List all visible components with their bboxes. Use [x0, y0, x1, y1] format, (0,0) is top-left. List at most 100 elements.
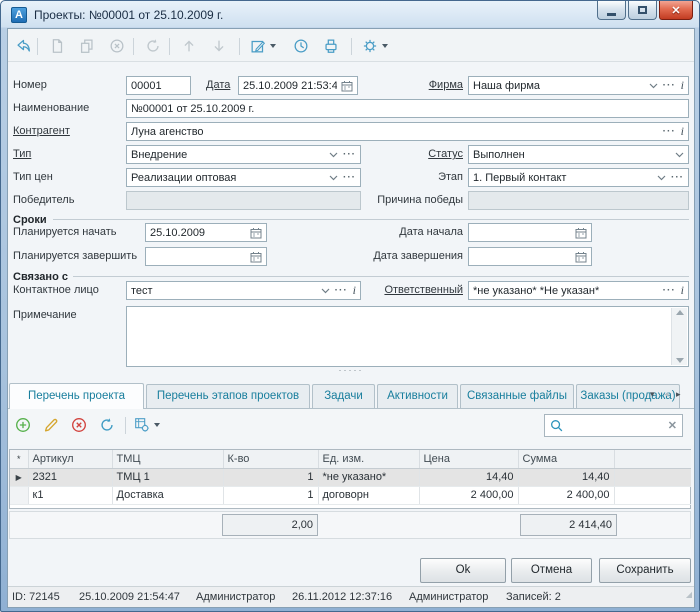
new-document-icon[interactable]: [45, 34, 69, 58]
ellipsis-icon[interactable]: ···: [671, 173, 684, 183]
cell-price: 2 400,00: [419, 486, 518, 504]
date-label[interactable]: Дата: [206, 76, 230, 95]
status-records: Записей: 2: [506, 587, 561, 607]
stage-select[interactable]: 1. Первый контакт ···: [468, 168, 689, 187]
tab-project-list[interactable]: Перечень проекта: [9, 383, 144, 409]
items-grid: * Артикул ТМЦ К-во Ед. изм. Цена Сумма ▶…: [9, 449, 691, 509]
finish-date-input[interactable]: [468, 247, 592, 266]
grid-settings-icon[interactable]: [133, 413, 169, 437]
tab-project-stages[interactable]: Перечень этапов проектов: [146, 384, 310, 408]
table-row[interactable]: к1 Доставка 1 договорн 2 400,00 2 400,00: [10, 486, 691, 504]
search-input[interactable]: [567, 420, 664, 432]
window: A Проекты: №00001 от 25.10.2009 г. ✕: [0, 0, 700, 612]
status-select[interactable]: Выполнен: [468, 145, 689, 164]
move-down-icon[interactable]: [207, 34, 231, 58]
info-icon[interactable]: i: [681, 283, 684, 298]
table-row[interactable]: ▶ 2321 ТМЦ 1 1 *не указано* 14,40 14,40: [10, 468, 691, 486]
cell-sku: 2321: [28, 468, 112, 486]
counterparty-input[interactable]: Луна агенство ···i: [126, 122, 689, 141]
status-id: ID: 72145: [12, 587, 60, 607]
undo-icon[interactable]: [11, 34, 35, 58]
stage-label: Этап: [301, 168, 463, 187]
plan-start-value: 25.10.2009: [150, 227, 246, 239]
toolbar-separator: [37, 38, 38, 55]
chevron-down-icon[interactable]: [649, 83, 658, 89]
tab-activities[interactable]: Активности: [377, 384, 458, 408]
price-type-value: Реализации оптовая: [131, 172, 325, 184]
calendar-icon[interactable]: [575, 227, 587, 239]
calendar-icon[interactable]: [250, 227, 262, 239]
edit-icon[interactable]: [247, 34, 283, 58]
ellipsis-icon[interactable]: ···: [663, 286, 676, 296]
info-icon[interactable]: i: [681, 124, 684, 139]
start-date-label: Дата начала: [301, 223, 463, 242]
note-scrollbar[interactable]: [671, 308, 687, 365]
responsible-label[interactable]: Ответственный: [301, 281, 463, 300]
type-value: Внедрение: [131, 149, 325, 161]
items-table: * Артикул ТМЦ К-во Ед. изм. Цена Сумма ▶…: [10, 450, 691, 505]
maximize-button[interactable]: [628, 1, 657, 20]
ok-button[interactable]: Ok: [420, 558, 506, 583]
price-type-label: Тип цен: [13, 168, 53, 187]
type-label[interactable]: Тип: [13, 145, 31, 164]
counterparty-label[interactable]: Контрагент: [13, 122, 70, 141]
name-input[interactable]: №00001 от 25.10.2009 г.: [126, 99, 689, 118]
responsible-input[interactable]: *не указано* *Не указан* ···i: [468, 281, 689, 300]
column-sum[interactable]: Сумма: [518, 450, 614, 468]
column-item[interactable]: ТМЦ: [112, 450, 223, 468]
splitter-handle[interactable]: ·····: [331, 365, 371, 375]
resize-grip[interactable]: ◢: [686, 585, 692, 605]
calendar-icon[interactable]: [575, 251, 587, 263]
delete-icon[interactable]: [105, 34, 129, 58]
column-price[interactable]: Цена: [419, 450, 518, 468]
cancel-button[interactable]: Отмена: [511, 558, 592, 583]
tab-scroll-right-icon[interactable]: ▸: [676, 388, 681, 400]
search-box[interactable]: ✕: [544, 414, 683, 437]
number-input[interactable]: 00001: [126, 76, 191, 95]
tab-scroll-left-icon[interactable]: ◂: [664, 388, 669, 400]
close-button[interactable]: ✕: [659, 1, 693, 20]
status-label[interactable]: Статус: [301, 145, 463, 164]
cell-filler: [614, 486, 691, 504]
move-up-icon[interactable]: [177, 34, 201, 58]
ellipsis-icon[interactable]: ···: [663, 127, 676, 137]
plan-finish-input[interactable]: [145, 247, 267, 266]
tab-linked-files[interactable]: Связанные файлы: [460, 384, 574, 408]
add-icon[interactable]: [11, 413, 35, 437]
clear-search-icon[interactable]: ✕: [668, 419, 677, 432]
scroll-up-icon[interactable]: [676, 310, 684, 315]
edit-pencil-icon[interactable]: [39, 413, 63, 437]
total-sum: 2 414,40: [520, 514, 617, 536]
toolbar-separator: [239, 38, 240, 55]
delete-row-icon[interactable]: [67, 413, 91, 437]
column-qty[interactable]: К-во: [223, 450, 318, 468]
total-qty: 2,00: [222, 514, 318, 536]
plan-start-input[interactable]: 25.10.2009: [145, 223, 267, 242]
status-modified-at: 26.11.2012 12:37:16: [292, 587, 392, 607]
chevron-down-icon[interactable]: [657, 175, 666, 181]
history-icon[interactable]: [289, 34, 313, 58]
settings-gear-icon[interactable]: [359, 34, 395, 58]
note-textarea[interactable]: [126, 306, 689, 367]
refresh-grid-icon[interactable]: [95, 413, 119, 437]
scroll-down-icon[interactable]: [676, 358, 684, 363]
column-filler: [614, 450, 691, 468]
column-sku[interactable]: Артикул: [28, 450, 112, 468]
firm-select[interactable]: Наша фирма ··· i: [468, 76, 689, 95]
info-icon[interactable]: i: [681, 78, 684, 93]
print-icon[interactable]: [319, 34, 343, 58]
tab-list-dropdown-icon[interactable]: ▾: [650, 388, 655, 400]
tab-tasks[interactable]: Задачи: [312, 384, 375, 408]
cell-qty: 1: [223, 486, 318, 504]
start-date-input[interactable]: [468, 223, 592, 242]
toolbar-separator: [125, 417, 126, 434]
chevron-down-icon[interactable]: [675, 152, 684, 158]
firm-label[interactable]: Фирма: [301, 76, 463, 95]
calendar-icon[interactable]: [250, 251, 262, 263]
save-button[interactable]: Сохранить: [599, 558, 691, 583]
ellipsis-icon[interactable]: ···: [663, 81, 676, 91]
refresh-icon[interactable]: [141, 34, 165, 58]
minimize-button[interactable]: [597, 1, 626, 20]
copy-icon[interactable]: [75, 34, 99, 58]
column-unit[interactable]: Ед. изм.: [318, 450, 419, 468]
